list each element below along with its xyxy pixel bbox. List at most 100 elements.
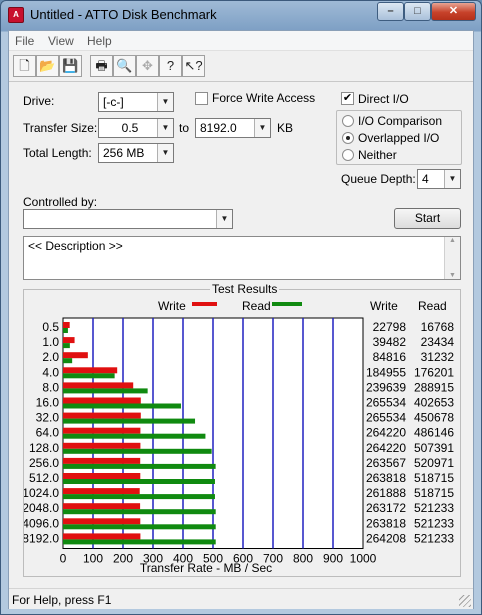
read-value: 518715 <box>414 471 454 485</box>
print-button[interactable]: 🖶 <box>90 55 113 77</box>
transfer-size-from-select[interactable]: 0.5 ▼ <box>98 118 174 138</box>
close-button[interactable]: ✕ <box>431 2 476 21</box>
x-tick-label: 100 <box>83 552 103 566</box>
neither-label: Neither <box>358 148 397 162</box>
write-value: 22798 <box>373 320 407 334</box>
kb-label: KB <box>277 121 294 135</box>
minimize-button[interactable]: – <box>377 2 404 21</box>
chevron-down-icon[interactable]: ▼ <box>254 119 270 137</box>
description-scrollbar[interactable]: ▲ ▼ <box>444 237 460 279</box>
read-bar <box>63 463 216 469</box>
window-title: Untitled - ATTO Disk Benchmark <box>30 7 217 22</box>
read-value: 16768 <box>421 320 455 334</box>
write-bar <box>63 457 141 464</box>
read-bar <box>63 494 215 500</box>
maximize-button[interactable]: □ <box>404 2 431 21</box>
write-value: 263818 <box>366 516 406 530</box>
new-document-icon: 🗋 <box>19 58 30 73</box>
write-value: 265534 <box>366 411 406 425</box>
chevron-down-icon[interactable]: ▼ <box>157 144 173 162</box>
read-value: 521233 <box>414 531 454 545</box>
test-results-group: Test Results Write Read Write Read 0 100 2… <box>23 282 461 577</box>
chevron-down-icon[interactable]: ▼ <box>444 170 460 188</box>
write-bar <box>63 473 141 479</box>
menu-view[interactable]: View <box>48 34 74 48</box>
write-value: 264220 <box>366 426 406 440</box>
drive-value: [-c-] <box>103 95 124 109</box>
read-bar <box>63 328 68 333</box>
read-value: 23434 <box>421 335 455 349</box>
queue-depth-select[interactable]: 4 ▼ <box>417 169 461 189</box>
start-button[interactable]: Start <box>394 208 461 229</box>
open-button[interactable]: 📂 <box>36 55 59 77</box>
chevron-down-icon[interactable]: ▼ <box>157 93 173 111</box>
read-value: 288915 <box>414 380 454 394</box>
scroll-down-icon[interactable]: ▼ <box>445 272 460 279</box>
legend-write-swatch <box>192 302 217 306</box>
results-chart: Write Read Write Read 0 100 200 300 400 500 60… <box>24 299 455 575</box>
print-preview-button[interactable]: 🔍 <box>113 55 136 77</box>
read-value: 31232 <box>421 350 455 364</box>
direct-io-checkbox[interactable]: ✔ <box>341 92 354 105</box>
chevron-down-icon[interactable]: ▼ <box>157 119 173 137</box>
category-label: 4.0 <box>42 365 59 379</box>
category-label: 1024.0 <box>24 486 59 500</box>
save-icon: 💾 <box>62 58 79 73</box>
context-help-button[interactable]: ↖? <box>182 55 205 77</box>
read-value: 450678 <box>414 411 454 425</box>
legend-read-label: Read <box>242 299 271 313</box>
move-button[interactable]: ✥ <box>136 55 159 77</box>
read-value: 402653 <box>414 396 454 410</box>
atto-logo-icon[interactable]: A <box>8 7 24 23</box>
new-document-button[interactable]: 🗋 <box>13 55 36 77</box>
total-length-select[interactable]: 256 MB ▼ <box>98 143 174 163</box>
resize-grip-icon[interactable] <box>459 595 471 607</box>
read-bar <box>63 479 215 484</box>
scroll-up-icon[interactable]: ▲ <box>445 237 460 244</box>
write-value: 264208 <box>366 531 406 545</box>
x-tick-label: 0 <box>60 552 67 566</box>
read-value: 507391 <box>414 441 454 455</box>
title-bar[interactable]: A Untitled - ATTO Disk Benchmark – □ ✕ <box>1 1 481 29</box>
read-value: 521233 <box>414 501 454 515</box>
transfer-from-value: 0.5 <box>121 121 139 135</box>
write-value: 261888 <box>366 486 406 500</box>
write-value: 263567 <box>366 456 406 470</box>
column-header-read: Read <box>418 299 447 313</box>
read-bar <box>63 403 181 409</box>
io-comparison-radio[interactable] <box>342 115 354 127</box>
write-value: 39482 <box>373 335 407 349</box>
force-write-checkbox[interactable] <box>195 92 208 105</box>
direct-io-label: Direct I/O <box>358 92 409 106</box>
transfer-to-value: 8192.0 <box>200 121 237 135</box>
close-icon: ✕ <box>448 5 459 17</box>
overlapped-io-radio[interactable] <box>342 132 354 144</box>
io-comparison-label: I/O Comparison <box>358 114 443 128</box>
menu-help[interactable]: Help <box>87 34 112 48</box>
write-value: 184955 <box>366 365 406 379</box>
write-bar <box>63 533 141 540</box>
legend-write-label: Write <box>158 299 186 313</box>
to-label: to <box>179 121 190 135</box>
read-bar <box>63 524 216 530</box>
description-box[interactable]: << Description >> ▲ ▼ <box>23 236 461 280</box>
neither-radio[interactable] <box>342 149 354 161</box>
write-value: 265534 <box>366 396 406 410</box>
category-label: 256.0 <box>29 456 59 470</box>
queue-depth-value: 4 <box>422 172 429 186</box>
write-value: 263818 <box>366 471 406 485</box>
chevron-down-icon[interactable]: ▼ <box>216 210 232 228</box>
legend-read-swatch <box>272 302 302 306</box>
write-bar <box>63 337 75 344</box>
transfer-size-to-select[interactable]: 8192.0 ▼ <box>195 118 271 138</box>
x-tick-label: 200 <box>113 552 133 566</box>
menu-file[interactable]: File <box>15 34 34 48</box>
controlled-by-select[interactable]: ▼ <box>23 209 233 229</box>
app-window: A Untitled - ATTO Disk Benchmark – □ ✕ F… <box>0 0 482 615</box>
category-label: 1.0 <box>42 335 59 349</box>
drive-select[interactable]: [-c-] ▼ <box>98 92 174 112</box>
write-bar <box>63 427 141 434</box>
write-bar <box>63 397 141 404</box>
help-button[interactable]: ? <box>159 55 182 77</box>
save-button[interactable]: 💾 <box>59 55 82 77</box>
